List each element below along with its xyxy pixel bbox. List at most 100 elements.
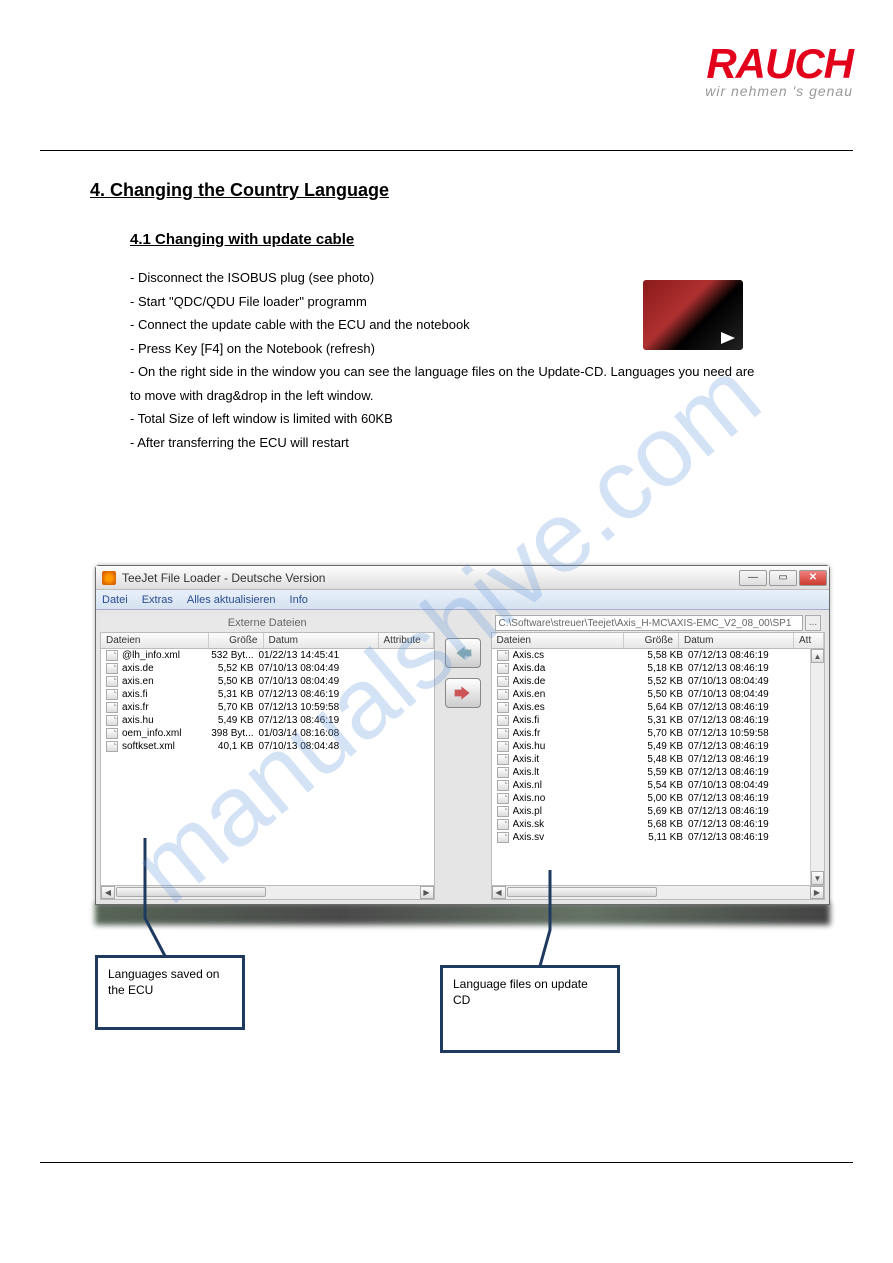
file-date: 07/12/13 08:46:19 [688,663,803,674]
left-pane-label: Externe Dateien [228,617,307,629]
file-row[interactable]: Axis.sv5,11 KB07/12/13 08:46:19 [492,831,825,844]
file-row[interactable]: Axis.en5,50 KB07/10/13 08:04:49 [492,688,825,701]
col-dateien[interactable]: Dateien [101,633,209,648]
scroll-left-icon[interactable]: ◀ [492,886,506,899]
file-row[interactable]: Axis.cs5,58 KB07/12/13 08:46:19 [492,649,825,662]
col-groesse[interactable]: Größe [624,633,679,648]
scroll-thumb[interactable] [507,887,657,897]
file-row[interactable]: Axis.it5,48 KB07/12/13 08:46:19 [492,753,825,766]
file-icon [497,689,509,700]
file-size: 5,58 KB [633,650,688,661]
file-row[interactable]: Axis.es5,64 KB07/12/13 08:46:19 [492,701,825,714]
scroll-down-icon[interactable]: ▼ [811,871,824,885]
close-button[interactable]: ✕ [799,570,827,586]
file-size: 5,64 KB [633,702,688,713]
scroll-right-icon[interactable]: ▶ [810,886,824,899]
col-datum[interactable]: Datum [679,633,794,648]
path-input[interactable]: C:\Software\streuer\Teejet\Axis_H-MC\AXI… [495,615,804,631]
file-size: 5,50 KB [633,689,688,700]
col-attribute[interactable]: Attribute [379,633,434,648]
file-row[interactable]: axis.fr5,70 KB07/12/13 10:59:58 [101,701,434,714]
maximize-button[interactable]: ▭ [769,570,797,586]
file-row[interactable]: Axis.fr5,70 KB07/12/13 10:59:58 [492,727,825,740]
browse-button[interactable]: ... [805,615,821,631]
file-row[interactable]: Axis.hu5,49 KB07/12/13 08:46:19 [492,740,825,753]
right-pane: C:\Software\streuer\Teejet\Axis_H-MC\AXI… [491,614,826,900]
file-date: 07/10/13 08:04:49 [688,780,803,791]
file-row[interactable]: Axis.nl5,54 KB07/10/13 08:04:49 [492,779,825,792]
file-date: 01/03/14 08:16:08 [259,728,374,739]
scroll-up-icon[interactable]: ▲ [811,649,824,663]
right-column-headers[interactable]: Dateien Größe Datum Att [491,632,826,649]
file-icon [497,650,509,661]
col-dateien[interactable]: Dateien [492,633,625,648]
scroll-right-icon[interactable]: ▶ [420,886,434,899]
file-size: 5,70 KB [633,728,688,739]
scroll-left-icon[interactable]: ◀ [101,886,115,899]
transfer-left-button[interactable] [445,638,481,668]
file-name: Axis.cs [513,650,634,661]
file-size: 5,49 KB [633,741,688,752]
file-size: 40,1 KB [204,741,259,752]
file-icon [497,663,509,674]
file-row[interactable]: axis.de5,52 KB07/10/13 08:04:49 [101,662,434,675]
callout-right: Language files on update CD [440,965,620,1053]
file-row[interactable]: Axis.sk5,68 KB07/12/13 08:46:19 [492,818,825,831]
file-date: 07/12/13 08:46:19 [259,715,374,726]
file-row[interactable]: @lh_info.xml532 Byt...01/22/13 14:45:41 [101,649,434,662]
callout-left: Languages saved on the ECU [95,955,245,1030]
file-row[interactable]: axis.hu5,49 KB07/12/13 08:46:19 [101,714,434,727]
file-row[interactable]: Axis.pl5,69 KB07/12/13 08:46:19 [492,805,825,818]
file-row[interactable]: Axis.de5,52 KB07/10/13 08:04:49 [492,675,825,688]
file-date: 07/12/13 08:46:19 [688,702,803,713]
file-icon [106,650,118,661]
menu-datei[interactable]: Datei [102,594,128,606]
file-row[interactable]: Axis.lt5,59 KB07/12/13 08:46:19 [492,766,825,779]
col-groesse[interactable]: Größe [209,633,264,648]
right-file-list[interactable]: ▲ ▼ Axis.cs5,58 KB07/12/13 08:46:19Axis.… [491,649,826,886]
right-v-scrollbar[interactable]: ▲ ▼ [810,649,824,885]
file-row[interactable]: softkset.xml40,1 KB07/10/13 08:04:48 [101,740,434,753]
left-pane-header: Externe Dateien [100,614,435,632]
file-date: 07/12/13 08:46:19 [688,715,803,726]
file-icon [497,676,509,687]
arrow-left-icon [453,644,473,662]
titlebar[interactable]: TeeJet File Loader - Deutsche Version — … [96,566,829,590]
instruction-item: - Total Size of left window is limited w… [130,409,843,429]
file-name: Axis.nl [513,780,634,791]
file-date: 07/10/13 08:04:49 [259,663,374,674]
file-row[interactable]: axis.fi5,31 KB07/12/13 08:46:19 [101,688,434,701]
file-row[interactable]: Axis.no5,00 KB07/12/13 08:46:19 [492,792,825,805]
file-icon [497,702,509,713]
file-date: 07/12/13 08:46:19 [688,741,803,752]
menu-refresh-all[interactable]: Alles aktualisieren [187,594,276,606]
right-pane-header: C:\Software\streuer\Teejet\Axis_H-MC\AXI… [491,614,826,632]
menu-info[interactable]: Info [290,594,308,606]
col-att[interactable]: Att [794,633,824,648]
file-row[interactable]: Axis.fi5,31 KB07/12/13 08:46:19 [492,714,825,727]
file-row[interactable]: axis.en5,50 KB07/10/13 08:04:49 [101,675,434,688]
file-icon [106,702,118,713]
file-date: 07/12/13 08:46:19 [688,767,803,778]
minimize-button[interactable]: — [739,570,767,586]
file-name: axis.de [122,663,204,674]
file-date: 07/12/13 08:46:19 [688,650,803,661]
menu-extras[interactable]: Extras [142,594,173,606]
brand-logo: RAUCH wir nehmen 's genau [705,45,853,99]
left-column-headers[interactable]: Dateien Größe Datum Attribute [100,632,435,649]
file-row[interactable]: Axis.da5,18 KB07/12/13 08:46:19 [492,662,825,675]
transfer-right-button[interactable] [445,678,481,708]
file-date: 07/12/13 08:46:19 [688,832,803,843]
file-size: 5,31 KB [204,689,259,700]
callout-line-right [540,870,580,970]
file-row[interactable]: oem_info.xml398 Byt...01/03/14 08:16:08 [101,727,434,740]
file-size: 5,68 KB [633,819,688,830]
connector-photo [643,280,743,350]
divider-bottom [40,1162,853,1163]
file-date: 07/12/13 10:59:58 [259,702,374,713]
transfer-buttons [439,614,487,900]
instruction-item: - After transferring the ECU will restar… [130,433,843,453]
file-icon [497,793,509,804]
col-datum[interactable]: Datum [264,633,379,648]
file-date: 01/22/13 14:45:41 [259,650,374,661]
